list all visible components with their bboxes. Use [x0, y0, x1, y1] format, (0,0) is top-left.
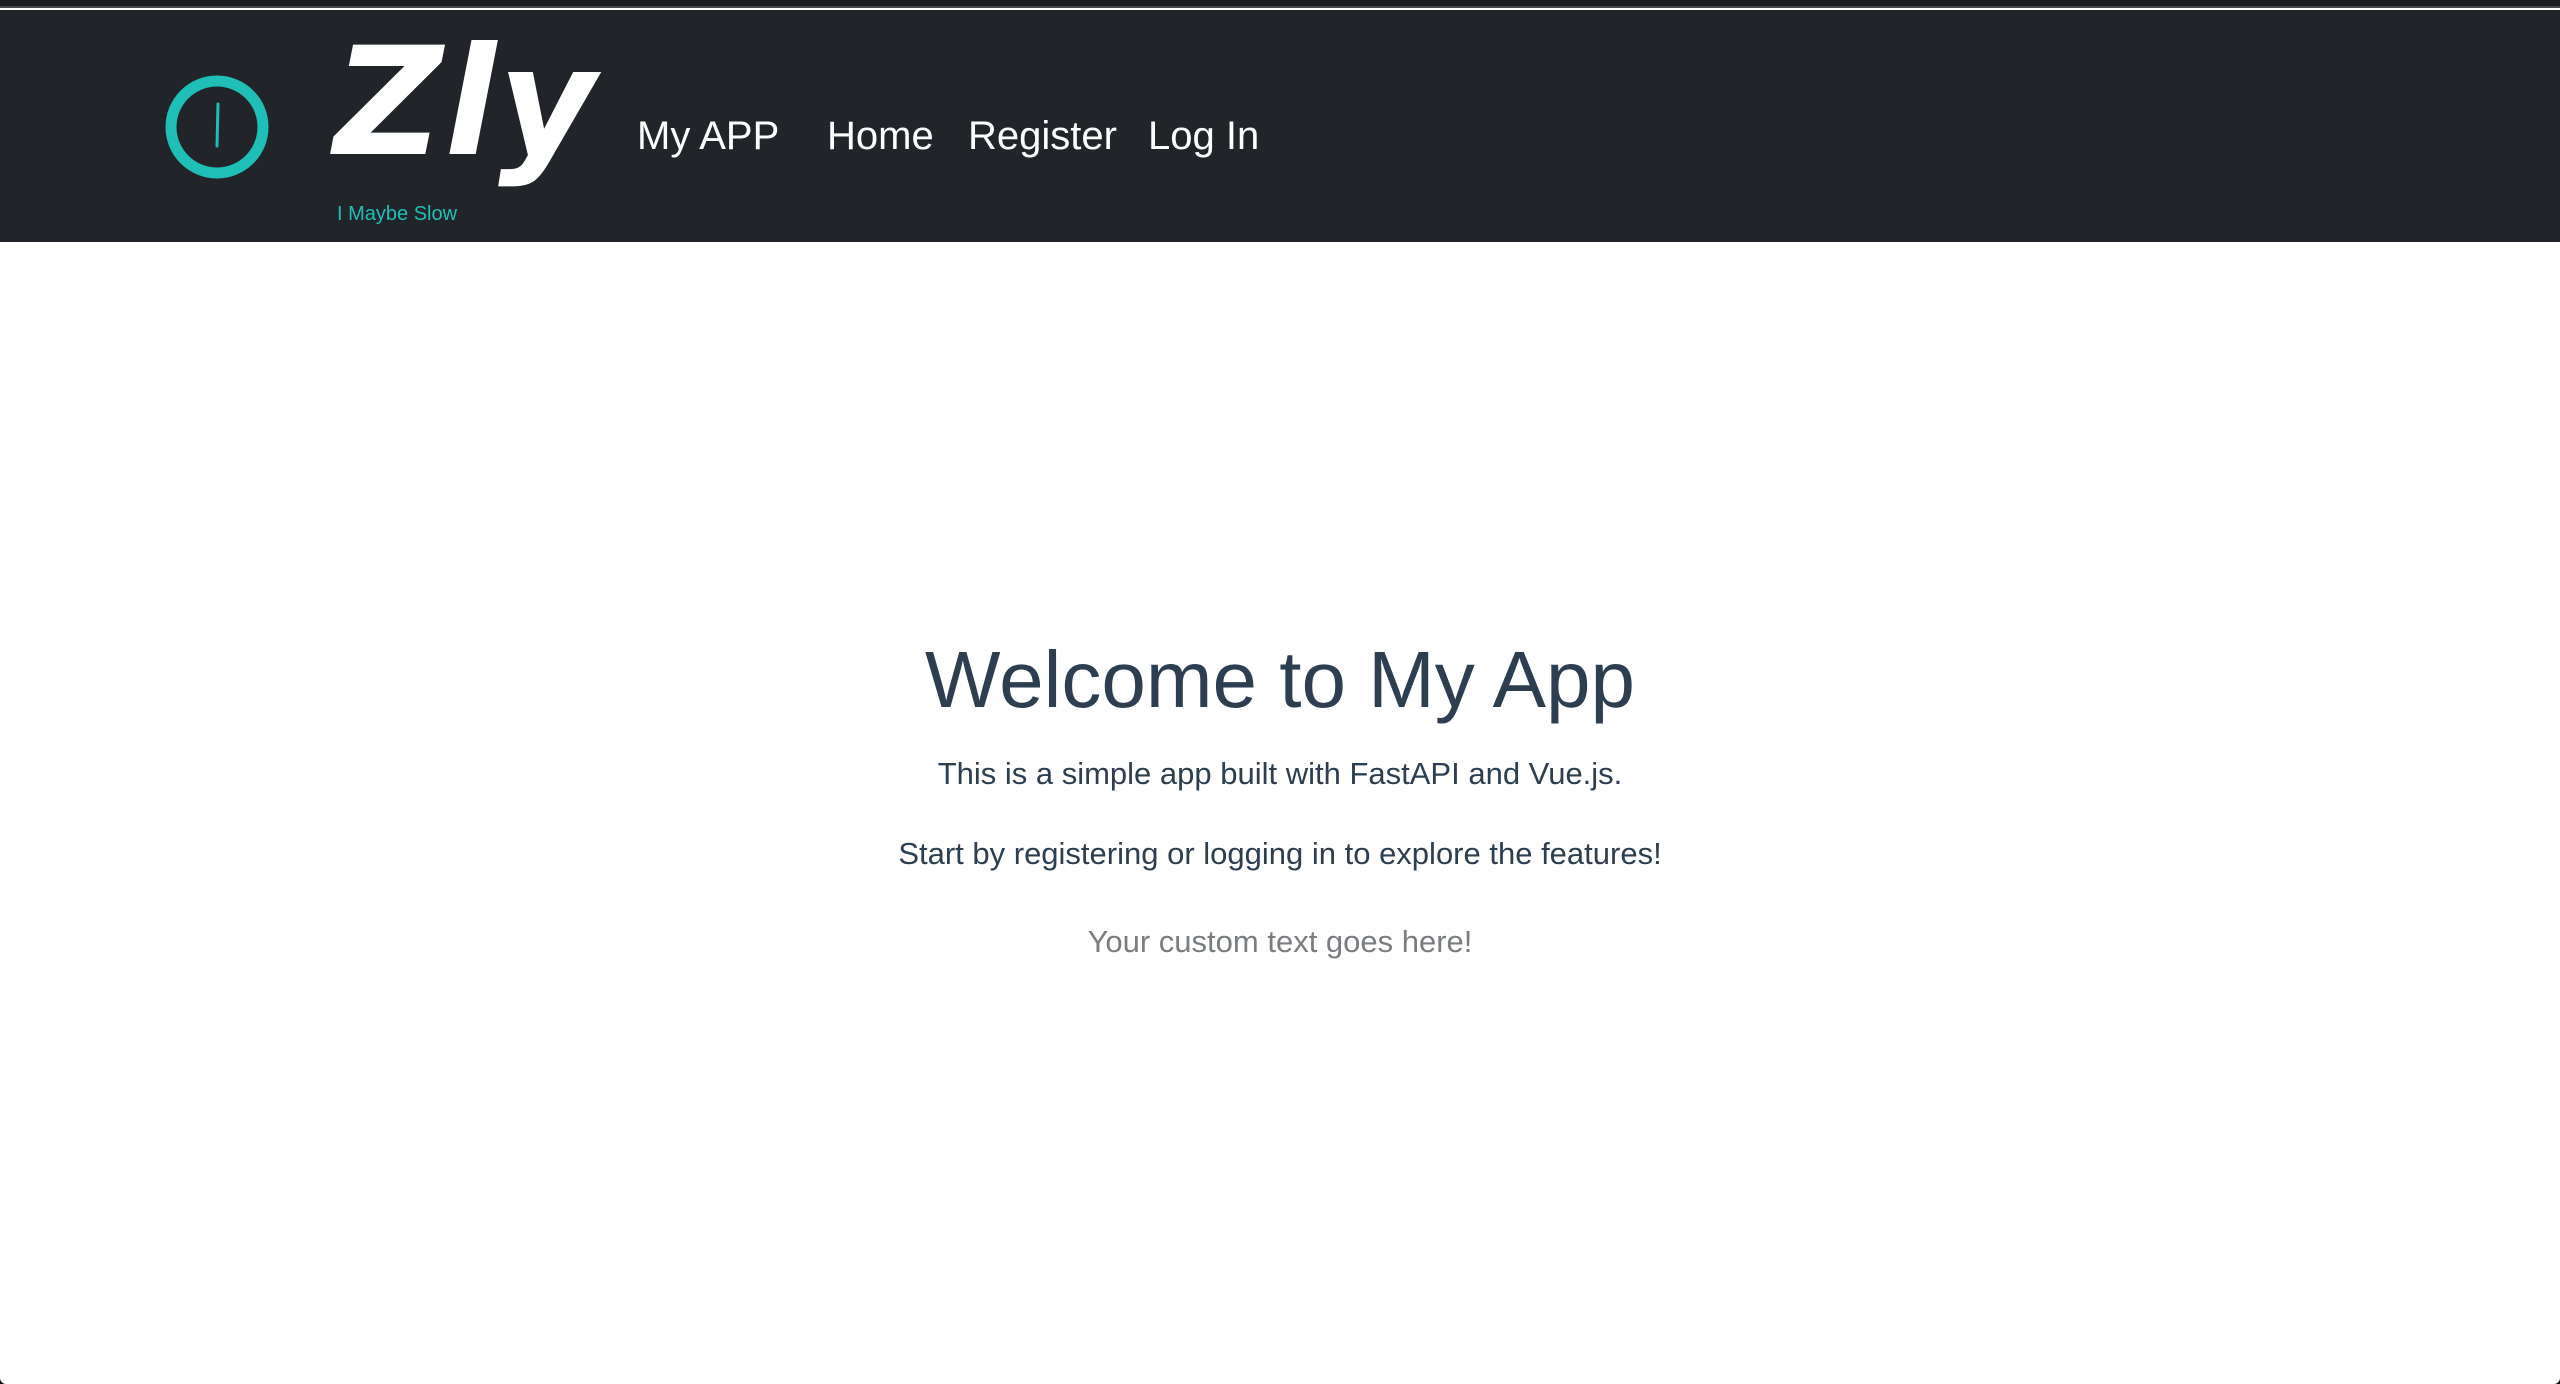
nav-app-name[interactable]: My APP: [637, 104, 779, 168]
hero-call-to-action: Start by registering or logging in to ex…: [898, 836, 1662, 871]
clock-ring-icon[interactable]: [164, 74, 270, 180]
page-title: Welcome to My App: [925, 635, 1635, 724]
hero-description: This is a simple app built with FastAPI …: [937, 756, 1623, 791]
nav-link-login[interactable]: Log In: [1148, 104, 1259, 168]
nav-link-home[interactable]: Home: [827, 104, 934, 168]
navbar: Zly I Maybe Slow My APP Home Register Lo…: [0, 10, 2560, 242]
hero-custom-text: Your custom text goes here!: [1087, 924, 1473, 959]
app-window: Zly I Maybe Slow My APP Home Register Lo…: [0, 0, 2560, 1384]
brand-tagline: I Maybe Slow: [337, 203, 458, 225]
window-top-edge: [0, 0, 2560, 8]
brand-logo-text[interactable]: Zly: [334, 18, 598, 188]
nav-link-register[interactable]: Register: [968, 104, 1117, 168]
